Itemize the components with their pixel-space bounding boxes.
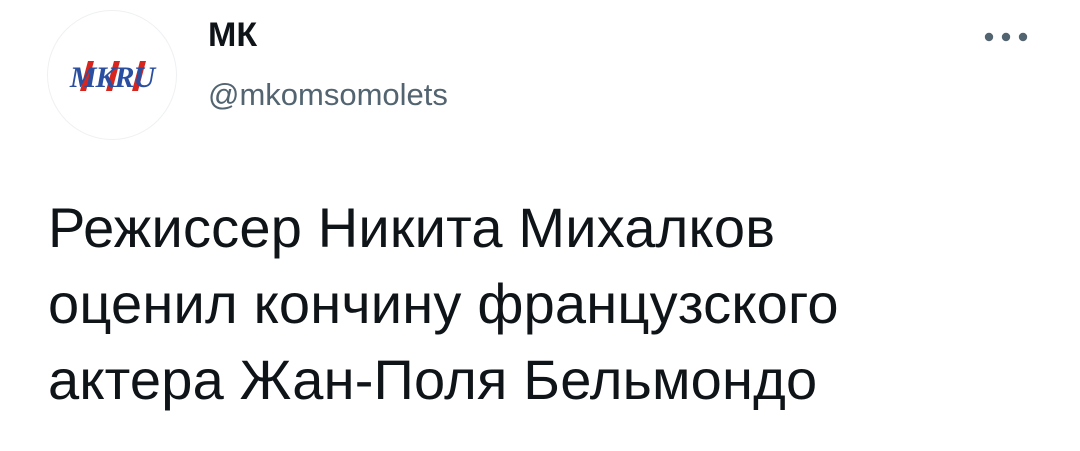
user-handle[interactable]: @mkomsomolets <box>208 76 448 114</box>
more-options-button[interactable] <box>978 20 1034 54</box>
avatar[interactable]: MKRU <box>47 10 177 140</box>
tweet-text-line: актера Жан-Поля Бельмондо <box>48 348 818 411</box>
mk-ru-logo-icon: MKRU <box>69 61 158 94</box>
more-horizontal-icon <box>984 32 1028 42</box>
tweet-text-line: Режиссер Никита Михалков <box>48 196 776 259</box>
tweet: MKRU МК @mkomsomolets Режиссер Никита Ми… <box>0 0 1080 451</box>
tweet-text: Режиссер Никита Михалков оценил кончину … <box>48 190 1048 418</box>
svg-text:MKRU: MKRU <box>69 61 157 94</box>
tweet-text-line: оценил кончину французского <box>48 272 839 335</box>
display-name[interactable]: МК <box>208 14 257 56</box>
